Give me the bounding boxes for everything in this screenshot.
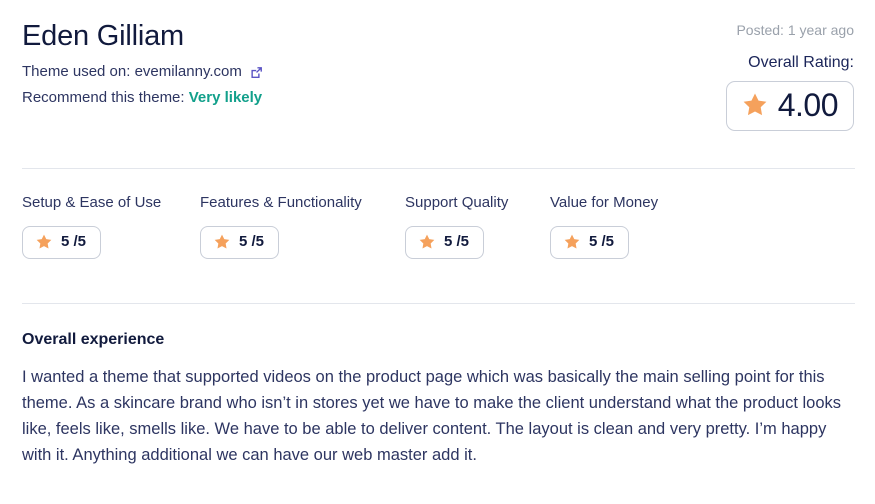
category-ratings: Setup & Ease of Use 5 /5 Features & Func…: [0, 169, 875, 274]
category-score-value: 5 /5: [61, 233, 87, 250]
star-icon: [741, 91, 769, 119]
star-icon: [35, 233, 53, 251]
category-rating-item: Support Quality 5 /5: [405, 193, 508, 259]
reviewer-name: Eden Gilliam: [22, 20, 184, 52]
theme-used-row: Theme used on: evemilanny.com: [22, 60, 264, 83]
theme-used-label: Theme used on:: [22, 63, 135, 80]
posted-date: Posted: 1 year ago: [736, 22, 854, 38]
reviewer-info: Eden Gilliam Theme used on: evemilanny.c…: [22, 16, 264, 109]
category-label: Support Quality: [405, 194, 509, 211]
category-rating-item: Value for Money 5 /5: [550, 193, 658, 259]
category-label: Features & Functionality: [200, 194, 362, 211]
category-label: Value for Money: [550, 194, 659, 211]
review-header: Eden Gilliam Theme used on: evemilanny.c…: [0, 0, 875, 131]
external-link-icon[interactable]: [249, 65, 264, 80]
recommend-row: Recommend this theme: Very likely: [22, 86, 264, 109]
overall-experience-body: I wanted a theme that supported videos o…: [22, 368, 842, 464]
category-rating-item: Setup & Ease of Use 5 /5: [22, 193, 161, 259]
category-score-value: 5 /5: [589, 233, 615, 250]
star-icon: [213, 233, 231, 251]
star-icon: [418, 233, 436, 251]
recommend-label: Recommend this theme:: [22, 89, 189, 106]
overall-rating-label: Overall Rating:: [748, 54, 854, 71]
category-label: Setup & Ease of Use: [22, 194, 162, 211]
overall-experience-section: Overall experience I wanted a theme that…: [0, 304, 875, 468]
theme-site-name: evemilanny.com: [134, 63, 242, 80]
recommend-value: Very likely: [188, 89, 263, 106]
category-score-value: 5 /5: [444, 233, 470, 250]
rating-summary: Posted: 1 year ago Overall Rating: 4.00: [725, 16, 855, 131]
overall-rating-value: 4.00: [777, 87, 839, 123]
overall-experience-title: Overall experience: [22, 331, 165, 348]
star-icon: [563, 233, 581, 251]
review-card: Eden Gilliam Theme used on: evemilanny.c…: [0, 0, 875, 504]
category-score-value: 5 /5: [239, 233, 265, 250]
overall-rating-badge: 4.00: [725, 81, 854, 131]
category-score-badge: 5 /5: [200, 226, 280, 259]
category-score-badge: 5 /5: [405, 226, 485, 259]
category-score-badge: 5 /5: [550, 226, 630, 259]
category-rating-item: Features & Functionality 5 /5: [200, 193, 362, 259]
category-score-badge: 5 /5: [22, 226, 102, 259]
